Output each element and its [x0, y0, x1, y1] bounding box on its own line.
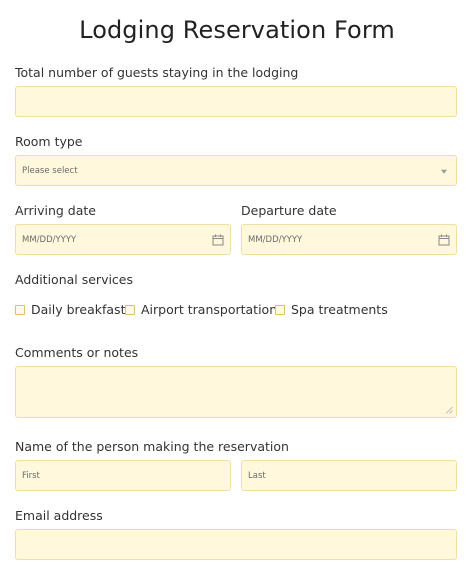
- guests-input[interactable]: [15, 86, 457, 117]
- checkbox[interactable]: [125, 304, 135, 315]
- comments-textarea-control[interactable]: [16, 367, 456, 417]
- room-type-select[interactable]: Please select: [15, 155, 457, 186]
- departure-date-label: Departure date: [241, 203, 337, 218]
- chevron-down-icon: [441, 169, 447, 174]
- comments-textarea[interactable]: [15, 366, 457, 418]
- reservation-name-label: Name of the person making the reservatio…: [15, 439, 289, 454]
- email-input-control[interactable]: [16, 530, 456, 559]
- service-label: Airport transportation: [141, 302, 278, 317]
- guests-input-control[interactable]: [16, 87, 456, 116]
- departure-date-input[interactable]: MM/DD/YYYY: [241, 224, 457, 255]
- room-type-selected-value: Please select: [22, 165, 78, 176]
- checkbox[interactable]: [15, 304, 25, 315]
- arriving-date-label: Arriving date: [15, 203, 96, 218]
- room-type-label: Room type: [15, 134, 83, 149]
- comments-label: Comments or notes: [15, 345, 139, 360]
- email-input[interactable]: [15, 529, 457, 560]
- page-title: Lodging Reservation Form: [79, 16, 395, 44]
- service-checkbox-daily-breakfast[interactable]: Daily breakfast: [15, 302, 125, 317]
- resize-handle-icon[interactable]: [445, 406, 453, 414]
- additional-services-label: Additional services: [15, 272, 134, 287]
- service-label: Spa treatments: [291, 302, 388, 317]
- departure-date-placeholder: MM/DD/YYYY: [248, 234, 303, 245]
- first-name-placeholder: First: [22, 470, 40, 481]
- service-checkbox-airport-transportation[interactable]: Airport transportation: [125, 302, 277, 317]
- last-name-placeholder: Last: [248, 470, 266, 481]
- first-name-input[interactable]: First: [15, 460, 231, 491]
- arriving-date-input[interactable]: MM/DD/YYYY: [15, 224, 231, 255]
- checkbox[interactable]: [275, 304, 285, 315]
- service-label: Daily breakfast: [31, 302, 126, 317]
- email-label: Email address: [15, 508, 103, 523]
- calendar-icon[interactable]: [212, 234, 224, 246]
- calendar-icon[interactable]: [438, 234, 450, 246]
- last-name-input[interactable]: Last: [241, 460, 457, 491]
- arriving-date-placeholder: MM/DD/YYYY: [22, 234, 77, 245]
- guests-label: Total number of guests staying in the lo…: [15, 65, 299, 80]
- service-checkbox-spa-treatments[interactable]: Spa treatments: [275, 302, 388, 317]
